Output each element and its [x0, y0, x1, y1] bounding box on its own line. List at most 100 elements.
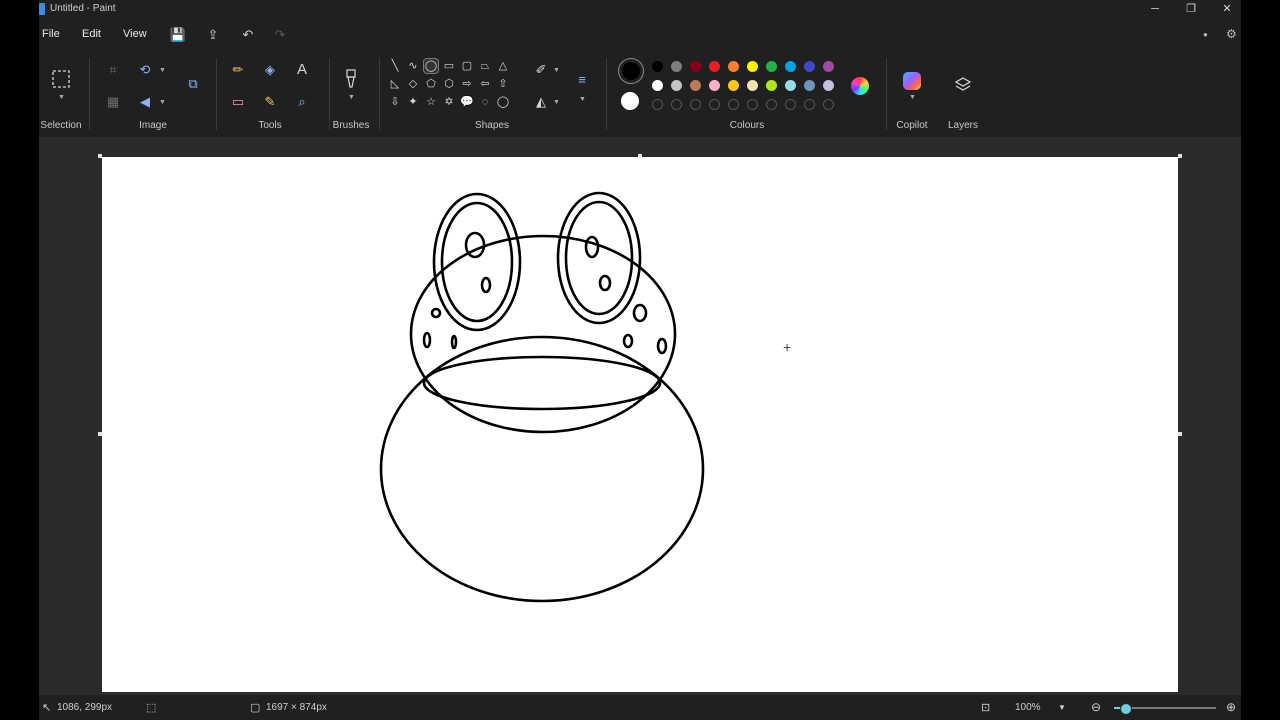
fit-to-window-icon[interactable]: ⊡: [981, 701, 990, 714]
primary-colour-swatch[interactable]: [622, 62, 640, 80]
shape-option[interactable]: ⏢: [478, 59, 492, 73]
colour-swatch[interactable]: [728, 61, 739, 72]
remove-background-icon[interactable]: ▦: [103, 92, 123, 112]
undo-icon[interactable]: ↶: [239, 26, 257, 44]
chevron-down-icon[interactable]: ▼: [159, 67, 166, 74]
shape-option[interactable]: ✡: [442, 95, 456, 109]
colour-swatch[interactable]: [690, 61, 701, 72]
zoom-out-icon[interactable]: ⊖: [1091, 700, 1101, 714]
custom-colour-slot[interactable]: [690, 99, 701, 110]
save-icon[interactable]: 💾: [169, 26, 187, 44]
shape-option[interactable]: ◇: [406, 77, 420, 91]
brush-icon[interactable]: [344, 69, 358, 89]
close-button[interactable]: ✕: [1209, 0, 1245, 18]
shape-option[interactable]: ⇩: [388, 95, 402, 109]
zoom-slider-thumb[interactable]: [1120, 703, 1133, 715]
layers-icon[interactable]: [954, 76, 972, 94]
shape-option[interactable]: ✦: [406, 95, 420, 109]
colour-swatch[interactable]: [671, 80, 682, 91]
settings-icon[interactable]: ⚙: [1226, 27, 1237, 41]
shape-option[interactable]: ◯: [496, 95, 510, 109]
shape-option[interactable]: ⬡: [442, 77, 456, 91]
image-resize-icon[interactable]: ⧉: [183, 74, 203, 94]
colour-swatch[interactable]: [785, 61, 796, 72]
shape-option[interactable]: ⇦: [478, 77, 492, 91]
zoom-level[interactable]: 100%: [1015, 702, 1041, 713]
chevron-down-icon[interactable]: ▼: [348, 94, 355, 101]
primary-colour-ring[interactable]: [618, 58, 644, 84]
custom-colour-slot[interactable]: [671, 99, 682, 110]
colour-swatch[interactable]: [728, 80, 739, 91]
shape-option[interactable]: ▢: [460, 59, 474, 73]
chevron-down-icon[interactable]: ▼: [159, 99, 166, 106]
zoom-slider[interactable]: [1114, 703, 1216, 715]
shape-option[interactable]: ◺: [388, 77, 402, 91]
shape-option[interactable]: ╲: [388, 59, 402, 73]
secondary-colour-swatch[interactable]: [621, 92, 639, 110]
restore-button[interactable]: ❐: [1173, 0, 1209, 18]
custom-colour-slot[interactable]: [766, 99, 777, 110]
colour-swatch[interactable]: [785, 80, 796, 91]
resize-handle[interactable]: [1178, 432, 1182, 436]
chevron-down-icon[interactable]: ▼: [553, 99, 560, 106]
colour-swatch[interactable]: [671, 61, 682, 72]
shape-option[interactable]: ◌: [478, 95, 492, 109]
account-icon[interactable]: ●: [1203, 30, 1208, 39]
chevron-down-icon[interactable]: ▼: [909, 94, 916, 101]
colour-swatch[interactable]: [747, 61, 758, 72]
shape-fill-icon[interactable]: ◭: [531, 92, 551, 112]
colour-swatch[interactable]: [747, 80, 758, 91]
custom-colour-slot[interactable]: [785, 99, 796, 110]
custom-colour-slot[interactable]: [747, 99, 758, 110]
select-rectangle-icon[interactable]: [52, 70, 70, 88]
shape-option[interactable]: ▭: [442, 59, 456, 73]
fill-icon[interactable]: ◈: [260, 60, 280, 80]
drawing-canvas[interactable]: +: [102, 157, 1178, 692]
shape-option[interactable]: 💬: [460, 95, 474, 109]
shape-option[interactable]: ◯: [423, 58, 439, 74]
share-icon[interactable]: ⇪: [204, 26, 222, 44]
minimize-button[interactable]: ─: [1137, 0, 1173, 18]
crop-icon[interactable]: ⌗: [103, 60, 123, 80]
colour-swatch[interactable]: [766, 61, 777, 72]
custom-colour-slot[interactable]: [804, 99, 815, 110]
colour-swatch[interactable]: [766, 80, 777, 91]
rotate-icon[interactable]: ⟲: [135, 60, 155, 80]
custom-colour-slot[interactable]: [823, 99, 834, 110]
menu-edit[interactable]: Edit: [82, 28, 101, 40]
colour-swatch[interactable]: [823, 61, 834, 72]
menu-view[interactable]: View: [123, 28, 147, 40]
chevron-down-icon[interactable]: ▼: [58, 94, 65, 101]
colour-swatch[interactable]: [823, 80, 834, 91]
colour-swatch[interactable]: [804, 61, 815, 72]
colour-swatch[interactable]: [690, 80, 701, 91]
colour-swatch[interactable]: [804, 80, 815, 91]
redo-icon[interactable]: ↷: [271, 26, 289, 44]
chevron-down-icon[interactable]: ▼: [1058, 703, 1066, 712]
custom-colour-slot[interactable]: [709, 99, 720, 110]
edit-colours-icon[interactable]: [851, 77, 869, 95]
colour-swatch[interactable]: [709, 61, 720, 72]
magnifier-icon[interactable]: ⌕: [292, 92, 312, 112]
line-width-icon[interactable]: ≡: [572, 70, 592, 90]
copilot-icon[interactable]: [903, 72, 921, 90]
shape-option[interactable]: ⇨: [460, 77, 474, 91]
shape-option[interactable]: ☆: [424, 95, 438, 109]
text-icon[interactable]: A: [292, 60, 312, 80]
menu-file[interactable]: File: [42, 28, 60, 40]
chevron-down-icon[interactable]: ▼: [553, 67, 560, 74]
eraser-icon[interactable]: ▭: [228, 92, 248, 112]
resize-handle[interactable]: [1178, 154, 1182, 158]
custom-colour-slot[interactable]: [728, 99, 739, 110]
colour-swatch[interactable]: [652, 61, 663, 72]
outline-icon[interactable]: ✐: [531, 60, 551, 80]
chevron-down-icon[interactable]: ▼: [579, 96, 586, 103]
custom-colour-slot[interactable]: [652, 99, 663, 110]
color-picker-icon[interactable]: ✎: [260, 92, 280, 112]
colour-swatch[interactable]: [652, 80, 663, 91]
colour-swatch[interactable]: [709, 80, 720, 91]
zoom-in-icon[interactable]: ⊕: [1226, 700, 1236, 714]
flip-icon[interactable]: ◀: [135, 92, 155, 112]
shape-option[interactable]: ⬠: [424, 77, 438, 91]
shape-option[interactable]: ∿: [406, 59, 420, 73]
